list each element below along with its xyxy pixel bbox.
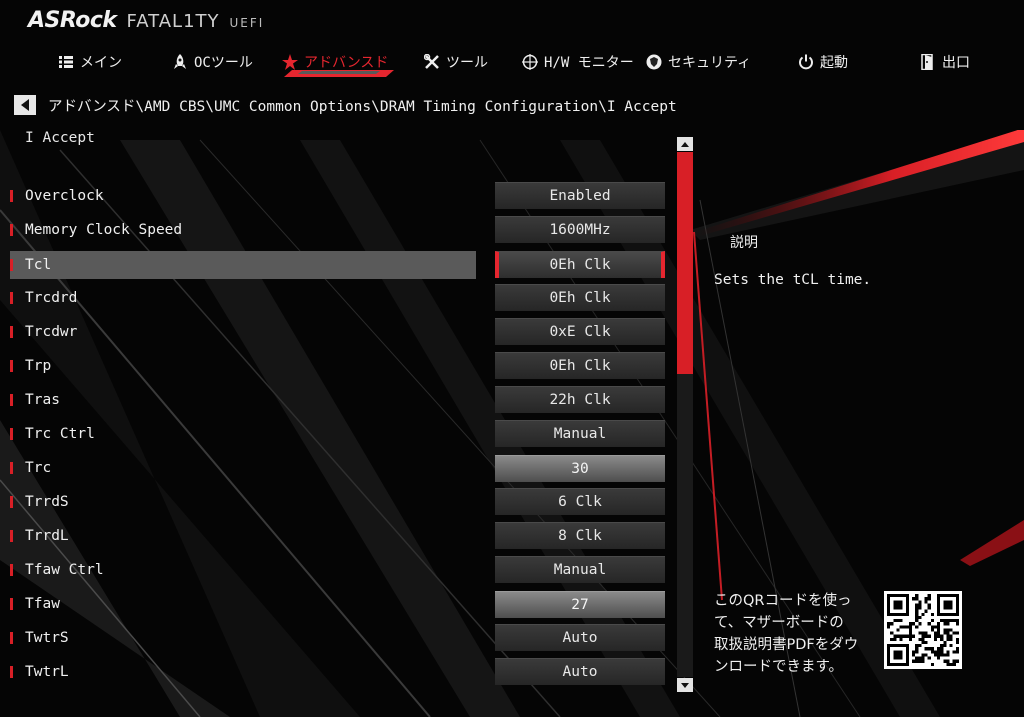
- setting-input-trc[interactable]: 30: [495, 455, 665, 482]
- setting-label: Tfaw Ctrl: [25, 562, 104, 578]
- setting-input-tfaw[interactable]: 27: [495, 591, 665, 618]
- power-icon: [798, 54, 814, 70]
- setting-label: TrrdS: [25, 494, 69, 510]
- setting-label: Trcdrd: [25, 290, 78, 306]
- qr-help-line: ンロードできます。: [714, 659, 844, 675]
- row-marker: [10, 428, 13, 440]
- setting-value-twtrl[interactable]: Auto: [495, 658, 665, 685]
- row-marker: [10, 190, 13, 202]
- qr-help-line: 取扱説明書PDFをダウ: [714, 637, 859, 653]
- row-marker: [10, 394, 13, 406]
- setting-value-trp[interactable]: 0Eh Clk: [495, 352, 665, 379]
- row-marker: [10, 462, 13, 474]
- row-marker: [10, 598, 13, 610]
- row-marker: [10, 326, 13, 338]
- setting-value-trcdrd[interactable]: 0Eh Clk: [495, 284, 665, 311]
- setting-value-tcl[interactable]: 0Eh Clk: [495, 251, 665, 278]
- help-description: Sets the tCL time.: [714, 272, 872, 288]
- setting-label: Trcdwr: [25, 324, 78, 340]
- setting-value-tras[interactable]: 22h Clk: [495, 386, 665, 413]
- scrollbar-thumb[interactable]: [677, 152, 693, 374]
- setting-row-memory-clock-speed[interactable]: Memory Clock Speed: [10, 216, 476, 244]
- setting-row-twtrs[interactable]: TwtrS: [10, 624, 476, 652]
- row-marker: [10, 530, 13, 542]
- setting-label: Tras: [25, 392, 60, 408]
- row-marker: [10, 224, 13, 236]
- row-marker: [10, 259, 13, 271]
- nav-tab-exit[interactable]: 出口: [920, 50, 970, 74]
- row-marker: [10, 564, 13, 576]
- setting-row-trc-ctrl[interactable]: Trc Ctrl: [10, 420, 476, 448]
- setting-label: Trc: [25, 460, 52, 476]
- help-title: 説明: [730, 235, 758, 251]
- setting-label: Memory Clock Speed: [25, 222, 183, 238]
- nav-label: 出口: [942, 55, 970, 71]
- exit-icon: [920, 54, 936, 70]
- setting-row-twtrl[interactable]: TwtrL: [10, 658, 476, 686]
- qr-help-line: て、マザーボードの: [714, 615, 844, 631]
- setting-label: TwtrL: [25, 664, 69, 680]
- nav-tab-boot[interactable]: 起動: [798, 50, 848, 74]
- setting-row-trcdwr[interactable]: Trcdwr: [10, 318, 476, 346]
- setting-row-tcl[interactable]: Tcl: [10, 251, 476, 279]
- setting-row-tfaw-ctrl[interactable]: Tfaw Ctrl: [10, 556, 476, 584]
- arrow-up-icon: [681, 141, 689, 147]
- setting-label: TwtrS: [25, 630, 69, 646]
- setting-row-tras[interactable]: Tras: [10, 386, 476, 414]
- setting-label: Trp: [25, 358, 52, 374]
- setting-row-trp[interactable]: Trp: [10, 352, 476, 380]
- row-marker: [10, 360, 13, 372]
- setting-value-trcdwr[interactable]: 0xE Clk: [495, 318, 665, 345]
- setting-label: Overclock: [25, 188, 104, 204]
- setting-row-trrds[interactable]: TrrdS: [10, 488, 476, 516]
- setting-value-memory-clock-speed[interactable]: 1600MHz: [495, 216, 665, 243]
- setting-value-tfaw-ctrl[interactable]: Manual: [495, 556, 665, 583]
- row-marker: [10, 496, 13, 508]
- setting-label: Tfaw: [25, 596, 60, 612]
- scroll-up-button[interactable]: [677, 137, 693, 151]
- settings-list: Overclock Enabled Memory Clock Speed 160…: [0, 0, 700, 717]
- setting-row-overclock[interactable]: Overclock: [10, 182, 476, 210]
- setting-label: Tcl: [25, 257, 52, 273]
- scroll-down-button[interactable]: [677, 678, 693, 692]
- row-marker: [10, 632, 13, 644]
- setting-value-twtrs[interactable]: Auto: [495, 624, 665, 651]
- setting-label: TrrdL: [25, 528, 69, 544]
- nav-label: 起動: [820, 55, 848, 71]
- setting-label: Trc Ctrl: [25, 426, 95, 442]
- setting-row-trcdrd[interactable]: Trcdrd: [10, 284, 476, 312]
- row-marker: [10, 666, 13, 678]
- arrow-down-icon: [681, 682, 689, 688]
- setting-value-trrds[interactable]: 6 Clk: [495, 488, 665, 515]
- qr-help-text: このQRコードを使っ て、マザーボードの 取扱説明書PDFをダウ ンロードできま…: [714, 590, 874, 678]
- setting-value-trc-ctrl[interactable]: Manual: [495, 420, 665, 447]
- setting-row-trrdl[interactable]: TrrdL: [10, 522, 476, 550]
- setting-value-overclock[interactable]: Enabled: [495, 182, 665, 209]
- qr-help-line: このQRコードを使っ: [714, 593, 852, 609]
- setting-value-trrdl[interactable]: 8 Clk: [495, 522, 665, 549]
- setting-row-tfaw[interactable]: Tfaw: [10, 590, 476, 618]
- row-marker: [10, 292, 13, 304]
- setting-row-trc[interactable]: Trc: [10, 454, 476, 482]
- qr-code-icon: [884, 591, 962, 669]
